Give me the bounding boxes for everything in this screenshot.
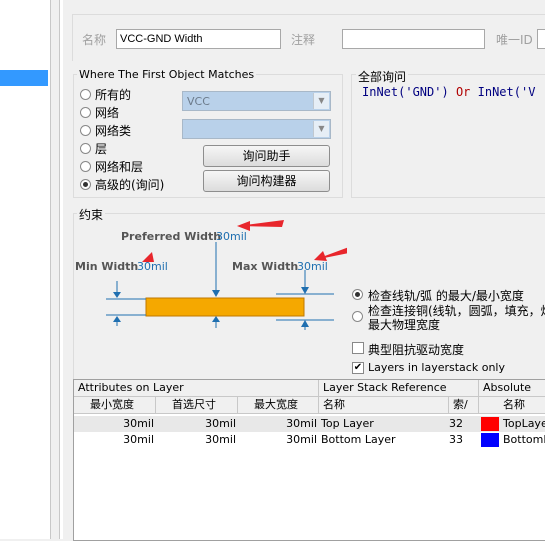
layer-color-swatch[interactable] (481, 417, 499, 431)
table-row[interactable]: 30mil30mil30milTop Layer32TopLayer (74, 416, 545, 432)
impedance-label: 典型阻抗驱动宽度 (368, 343, 465, 357)
match-option-radio[interactable] (80, 179, 91, 190)
cell-abs-name[interactable]: BottomLa (503, 432, 545, 447)
col-min-width[interactable]: 最小宽度 (74, 397, 156, 414)
max-width-value[interactable]: 30mil (297, 260, 328, 273)
netclass-combo[interactable]: ▼ (182, 119, 331, 139)
match-option-label: 网络 (95, 106, 120, 120)
match-option-radio[interactable] (80, 107, 91, 118)
comment-input[interactable] (342, 29, 485, 49)
name-input[interactable] (116, 29, 281, 49)
cell-pref[interactable]: 30mil (156, 432, 236, 447)
comment-label: 注释 (291, 33, 316, 47)
chevron-down-icon[interactable]: ▼ (313, 121, 329, 137)
full-query-text[interactable]: InNet('GND') Or InNet('V (362, 85, 535, 99)
cell-layer[interactable]: Bottom Layer (321, 432, 447, 447)
layer-color-swatch[interactable] (481, 433, 499, 447)
check-copper-radio[interactable] (352, 311, 363, 322)
match-option-label: 高级的(询问) (95, 178, 165, 192)
min-width-value[interactable]: 30mil (137, 260, 168, 273)
cell-pref[interactable]: 30mil (156, 416, 236, 431)
name-label: 名称 (82, 33, 107, 47)
group-header-attributes: Attributes on Layer (74, 380, 319, 397)
cell-max[interactable]: 30mil (238, 416, 317, 431)
checkmark-icon: ✔ (353, 362, 363, 373)
match-option-label: 网络类 (95, 124, 132, 138)
layers-only-checkbox[interactable]: ✔ (352, 362, 364, 374)
col-layer-name[interactable]: 名称 (319, 397, 449, 414)
cell-index[interactable]: 33 (449, 432, 463, 447)
cell-min[interactable]: 30mil (74, 416, 154, 431)
match-option-label: 层 (95, 142, 108, 156)
query-operator: Or (455, 85, 471, 99)
cell-abs-name[interactable]: TopLayer (503, 416, 545, 431)
cell-layer[interactable]: Top Layer (321, 416, 447, 431)
impedance-checkbox[interactable] (352, 342, 364, 354)
preferred-width-label: Preferred Width (121, 230, 222, 243)
check-track-arc-radio[interactable] (352, 289, 363, 300)
layer-table: Attributes on Layer Layer Stack Referenc… (73, 379, 545, 541)
preferred-width-value[interactable]: 30mil (216, 230, 247, 243)
query-helper-button[interactable]: 询问助手 (203, 145, 330, 167)
layers-only-label: Layers in layerstack only (368, 361, 505, 374)
group-header-absolute: Absolute Laye (479, 380, 545, 410)
col-abs-name[interactable]: 名称 (479, 397, 545, 414)
check-copper-label-line2: 最大物理宽度 (368, 318, 441, 332)
match-option-radio[interactable] (80, 89, 91, 100)
splitter[interactable] (59, 0, 63, 539)
match-option-label: 网络和层 (95, 160, 144, 174)
cell-max[interactable]: 30mil (238, 432, 317, 447)
match-option-label: 所有的 (95, 88, 132, 102)
col-max-width[interactable]: 最大宽度 (238, 397, 319, 414)
uid-input[interactable] (537, 29, 545, 49)
group-header-layerstack: Layer Stack Reference (319, 380, 479, 397)
min-width-label: Min Width (75, 260, 139, 273)
cell-min[interactable]: 30mil (74, 432, 154, 447)
max-width-label: Max Width (232, 260, 299, 273)
match-option-radio[interactable] (80, 143, 91, 154)
net-combo-value: VCC (187, 95, 210, 108)
query-part-2: InNet('V (477, 85, 536, 99)
table-row[interactable]: 30mil30mil30milBottom Layer33BottomLa (74, 432, 545, 448)
col-preferred[interactable]: 首选尺寸 (156, 397, 238, 414)
uid-label: 唯一ID (496, 33, 533, 47)
query-part-1: InNet('GND') (362, 85, 449, 99)
cell-index[interactable]: 32 (449, 416, 463, 431)
match-group-title: Where The First Object Matches (77, 68, 257, 81)
match-option-radio[interactable] (80, 161, 91, 172)
net-combo[interactable]: VCC ▼ (182, 91, 331, 111)
trace-shape (145, 297, 305, 317)
col-index[interactable]: 索/ (449, 397, 479, 414)
query-builder-button[interactable]: 询问构建器 (203, 170, 330, 192)
match-option-radio[interactable] (80, 125, 91, 136)
left-tree-selected-item[interactable] (0, 70, 48, 86)
full-query-title: 全部询问 (356, 68, 409, 85)
chevron-down-icon[interactable]: ▼ (313, 93, 329, 109)
